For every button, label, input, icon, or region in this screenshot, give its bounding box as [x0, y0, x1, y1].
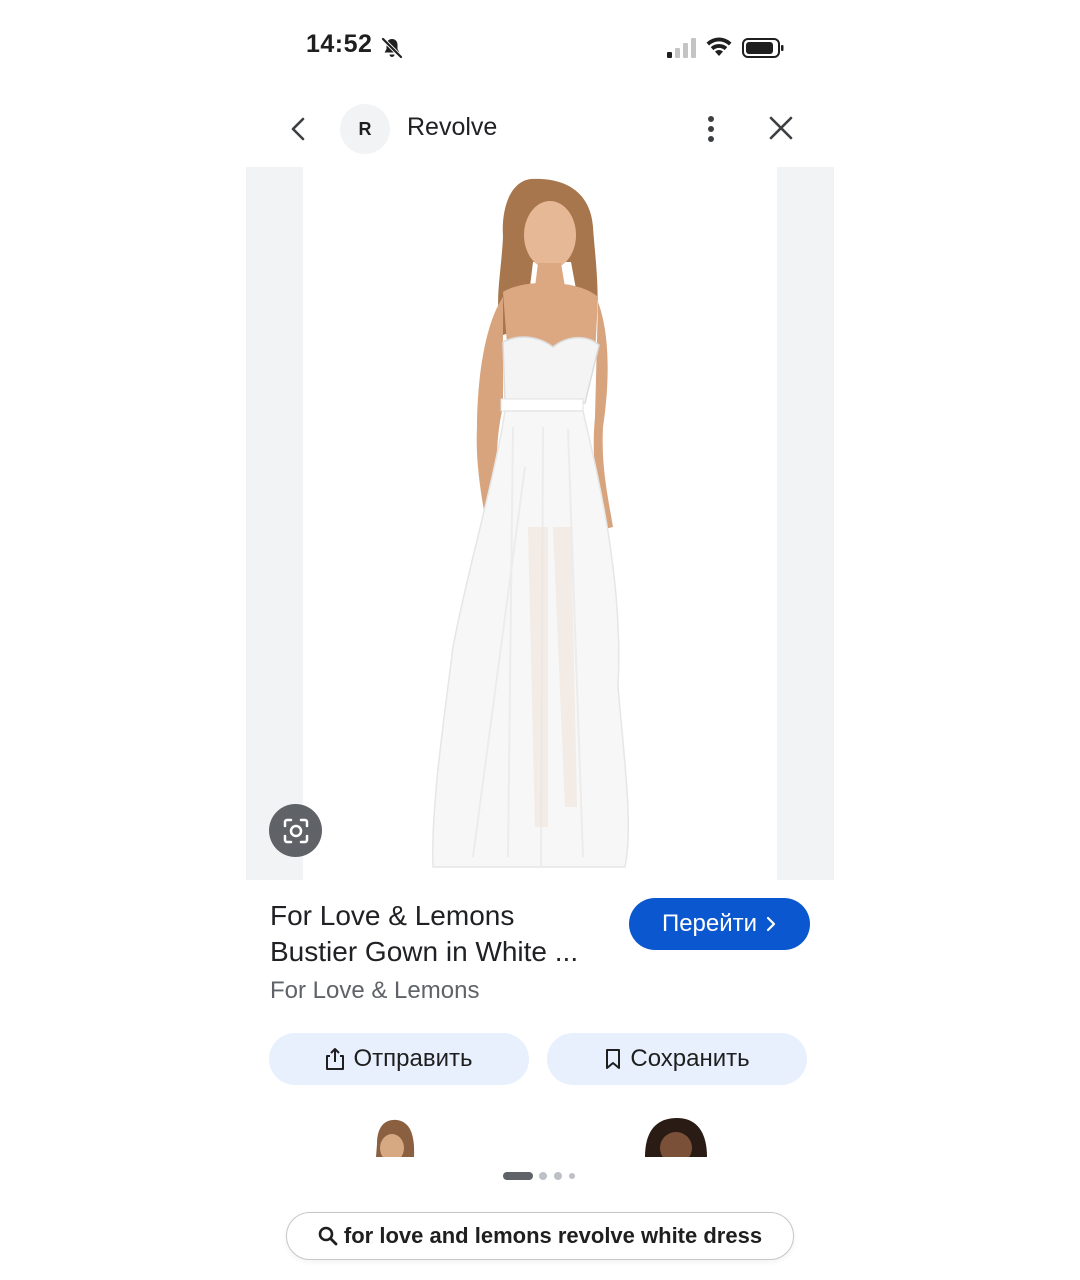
- share-button[interactable]: Отправить: [269, 1033, 529, 1085]
- save-button[interactable]: Сохранить: [547, 1033, 807, 1085]
- related-result-thumbnail[interactable]: [252, 1114, 537, 1157]
- search-query-chip[interactable]: for love and lemons revolve white dress: [286, 1212, 794, 1260]
- share-icon: [326, 1048, 345, 1070]
- search-icon: [318, 1226, 338, 1246]
- site-logo[interactable]: R: [340, 104, 390, 154]
- bookmark-icon: [606, 1049, 621, 1069]
- google-lens-button[interactable]: [269, 804, 322, 857]
- page-indicator: [503, 1172, 575, 1180]
- product-source: For Love & Lemons: [270, 977, 480, 1004]
- product-image-panel[interactable]: [246, 167, 834, 880]
- back-button[interactable]: [284, 112, 316, 146]
- lens-icon: [283, 818, 308, 843]
- cellular-signal-icon: [667, 38, 696, 58]
- related-image: [543, 1114, 828, 1157]
- product-title-line-2: Bustier Gown in White ...: [270, 936, 579, 967]
- chevron-right-icon: [766, 916, 776, 932]
- related-result-thumbnail[interactable]: [543, 1114, 828, 1157]
- more-options-icon[interactable]: [700, 112, 722, 146]
- visit-button[interactable]: Перейти: [629, 898, 810, 950]
- battery-icon: [742, 38, 784, 58]
- share-button-label: Отправить: [353, 1045, 473, 1072]
- model-in-white-gown-illustration: [432, 178, 630, 868]
- site-name[interactable]: Revolve: [407, 113, 497, 142]
- visit-button-label: Перейти: [661, 910, 758, 937]
- product-title[interactable]: For Love & Lemons Bustier Gown in White …: [270, 898, 615, 970]
- search-query-text: for love and lemons revolve white dress: [343, 1223, 763, 1248]
- related-image: [252, 1114, 537, 1157]
- bell-muted-icon: [381, 37, 403, 59]
- save-button-label: Сохранить: [630, 1045, 750, 1072]
- site-logo-letter: R: [358, 118, 372, 139]
- product-title-line-1: For Love & Lemons: [270, 900, 515, 931]
- close-icon[interactable]: [766, 113, 796, 143]
- product-image: [303, 167, 777, 880]
- wifi-icon: [706, 37, 732, 56]
- status-time: 14:52: [306, 30, 373, 58]
